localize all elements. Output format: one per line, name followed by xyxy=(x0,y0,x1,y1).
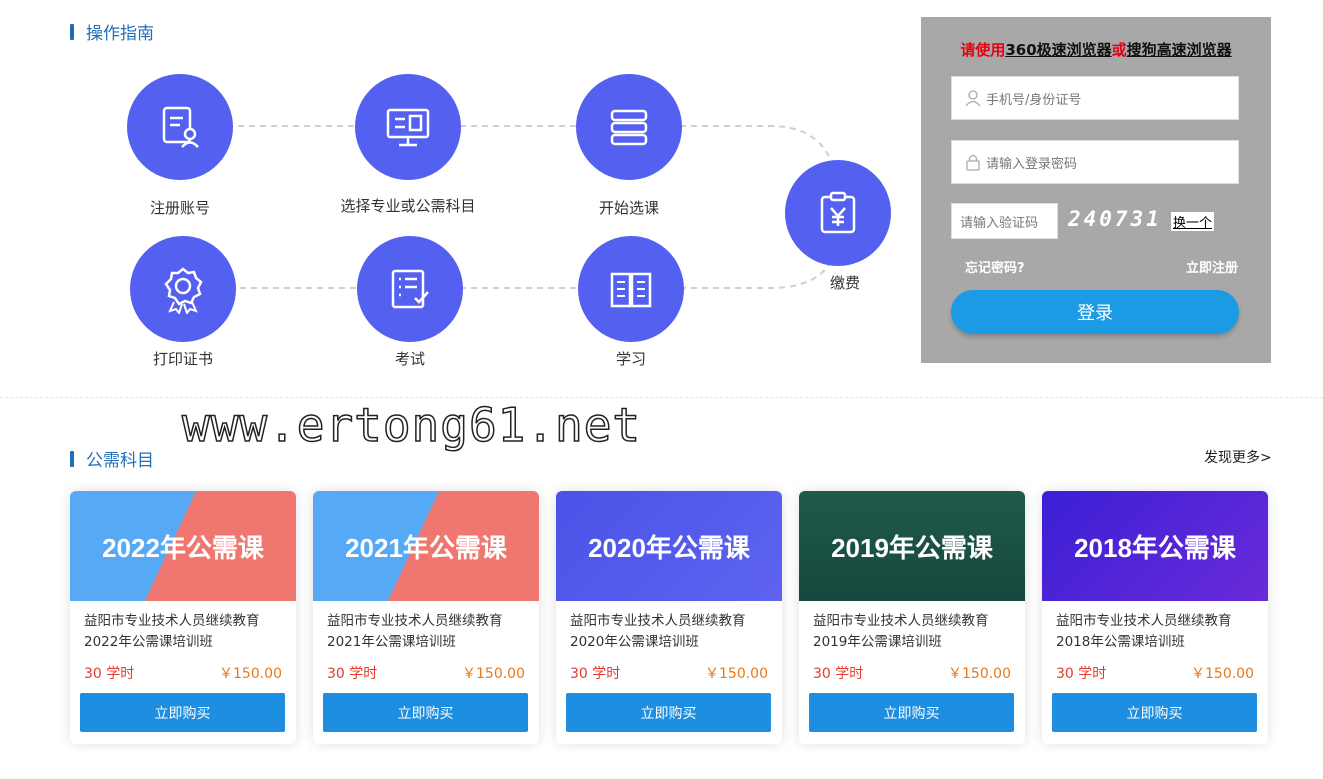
step-label-print-certificate: 打印证书 xyxy=(152,350,213,368)
register-doc-icon xyxy=(162,106,199,148)
course-title-line2: 2020年公需课培训班 xyxy=(570,634,699,650)
captcha-row: 请输入验证码 240731 换一个 xyxy=(951,203,1239,239)
books-icon xyxy=(610,109,648,146)
lock-icon xyxy=(966,154,980,171)
courses-section-title: 公需科目 xyxy=(70,446,154,471)
course-price: ￥150.00 xyxy=(948,666,1011,682)
course-card[interactable]: 2019年公需课 益阳市专业技术人员继续教育 2019年公需课培训班 30 学时 … xyxy=(799,491,1025,744)
course-card[interactable]: 2021年公需课 益阳市专业技术人员继续教育 2021年公需课培训班 30 学时 … xyxy=(313,491,539,744)
course-title-line1: 益阳市专业技术人员继续教育 xyxy=(813,613,989,629)
register-link[interactable]: 立即注册 xyxy=(1186,257,1238,276)
clipboard-yen-icon xyxy=(820,191,856,234)
step-select-subject[interactable] xyxy=(355,74,461,180)
course-title-line1: 益阳市专业技术人员继续教育 xyxy=(84,613,260,629)
user-icon xyxy=(965,90,981,107)
course-title-line2: 2019年公需课培训班 xyxy=(813,634,942,650)
title-accent-bar xyxy=(70,23,74,40)
course-card[interactable]: 2022年公需课 益阳市专业技术人员继续教育 2022年公需课培训班 30 学时 … xyxy=(70,491,296,744)
guide-title-text: 操作指南 xyxy=(86,24,154,44)
guide-flow: 注册账号 选择专业或公需科目 开始选课 缴费 打印证书 考试 学习 xyxy=(70,45,920,385)
course-title[interactable]: 益阳市专业技术人员继续教育 2022年公需课培训班 xyxy=(84,611,289,653)
step-label-select-subject: 选择专业或公需科目 xyxy=(340,197,476,215)
course-title-line1: 益阳市专业技术人员继续教育 xyxy=(570,613,746,629)
step-label-study: 学习 xyxy=(615,350,646,368)
checklist-icon xyxy=(391,269,429,309)
buy-now-button[interactable]: 立即购买 xyxy=(80,693,285,732)
step-label-pay: 缴费 xyxy=(829,274,860,292)
course-banner[interactable]: 2020年公需课 xyxy=(556,491,782,601)
course-hours: 30 学时 xyxy=(570,666,621,682)
course-hours: 30 学时 xyxy=(1056,666,1107,682)
step-label-register: 注册账号 xyxy=(149,199,210,217)
buy-now-button[interactable]: 立即购买 xyxy=(323,693,528,732)
login-button[interactable]: 登录 xyxy=(951,290,1239,334)
guide-section-title: 操作指南 xyxy=(70,19,154,44)
course-hours: 30 学时 xyxy=(813,666,864,682)
step-exam[interactable] xyxy=(357,236,463,342)
course-title[interactable]: 益阳市专业技术人员继续教育 2018年公需课培训班 xyxy=(1056,611,1261,653)
note-prefix: 请使用 xyxy=(960,41,1006,59)
course-hours: 30 学时 xyxy=(84,666,135,682)
course-banner[interactable]: 2021年公需课 xyxy=(313,491,539,601)
username-placeholder: 手机号/身份证号 xyxy=(986,92,1082,108)
award-badge-icon xyxy=(164,267,203,314)
course-card[interactable]: 2020年公需课 益阳市专业技术人员继续教育 2020年公需课培训班 30 学时 … xyxy=(556,491,782,744)
course-price: ￥150.00 xyxy=(219,666,282,682)
monitor-icon xyxy=(386,108,430,147)
step-print-certificate[interactable] xyxy=(130,236,236,342)
course-title-line2: 2022年公需课培训班 xyxy=(84,634,213,650)
course-title[interactable]: 益阳市专业技术人员继续教育 2019年公需课培训班 xyxy=(813,611,1018,653)
browser-recommendation: 请使用360极速浏览器或搜狗高速浏览器 xyxy=(921,39,1271,60)
buy-now-button[interactable]: 立即购买 xyxy=(1052,693,1257,732)
browser-link-360[interactable]: 360极速浏览器 xyxy=(1005,41,1111,59)
captcha-refresh-link[interactable]: 换一个 xyxy=(1171,212,1215,231)
course-banner[interactable]: 2022年公需课 xyxy=(70,491,296,601)
course-title[interactable]: 益阳市专业技术人员继续教育 2020年公需课培训班 xyxy=(570,611,775,653)
password-placeholder: 请输入登录密码 xyxy=(986,156,1078,172)
course-title-line2: 2018年公需课培训班 xyxy=(1056,634,1185,650)
captcha-image[interactable]: 240731 xyxy=(1068,207,1162,231)
open-book-icon xyxy=(610,272,652,308)
step-label-start-course: 开始选课 xyxy=(598,199,659,217)
course-hours: 30 学时 xyxy=(327,666,378,682)
buy-now-button[interactable]: 立即购买 xyxy=(809,693,1014,732)
course-price: ￥150.00 xyxy=(1191,666,1254,682)
courses-title-text: 公需科目 xyxy=(86,451,154,471)
browser-link-sogou[interactable]: 搜狗高速浏览器 xyxy=(1127,41,1232,59)
title-accent-bar xyxy=(70,450,74,467)
step-label-exam: 考试 xyxy=(394,350,425,368)
course-banner[interactable]: 2019年公需课 xyxy=(799,491,1025,601)
course-title-line2: 2021年公需课培训班 xyxy=(327,634,456,650)
forgot-password-link[interactable]: 忘记密码? xyxy=(965,257,1025,276)
watermark-text: www.ertong61.net xyxy=(181,397,642,453)
password-field[interactable]: 请输入登录密码 xyxy=(951,140,1239,184)
discover-more-link[interactable]: 发现更多> xyxy=(1204,447,1272,467)
course-card[interactable]: 2018年公需课 益阳市专业技术人员继续教育 2018年公需课培训班 30 学时 … xyxy=(1042,491,1268,744)
course-title-line1: 益阳市专业技术人员继续教育 xyxy=(1056,613,1232,629)
buy-now-button[interactable]: 立即购买 xyxy=(566,693,771,732)
step-register[interactable] xyxy=(127,74,233,180)
captcha-input[interactable]: 请输入验证码 xyxy=(951,203,1058,239)
step-study[interactable] xyxy=(578,236,684,342)
login-panel: 请使用360极速浏览器或搜狗高速浏览器 手机号/身份证号 请输入登录密码 请输入… xyxy=(921,17,1271,363)
course-price: ￥150.00 xyxy=(462,666,525,682)
course-title-line1: 益阳市专业技术人员继续教育 xyxy=(327,613,503,629)
step-pay[interactable] xyxy=(785,160,891,266)
course-price: ￥150.00 xyxy=(705,666,768,682)
course-banner[interactable]: 2018年公需课 xyxy=(1042,491,1268,601)
course-title[interactable]: 益阳市专业技术人员继续教育 2021年公需课培训班 xyxy=(327,611,532,653)
step-start-course[interactable] xyxy=(576,74,682,180)
username-field[interactable]: 手机号/身份证号 xyxy=(951,76,1239,120)
note-mid: 或 xyxy=(1111,41,1127,59)
